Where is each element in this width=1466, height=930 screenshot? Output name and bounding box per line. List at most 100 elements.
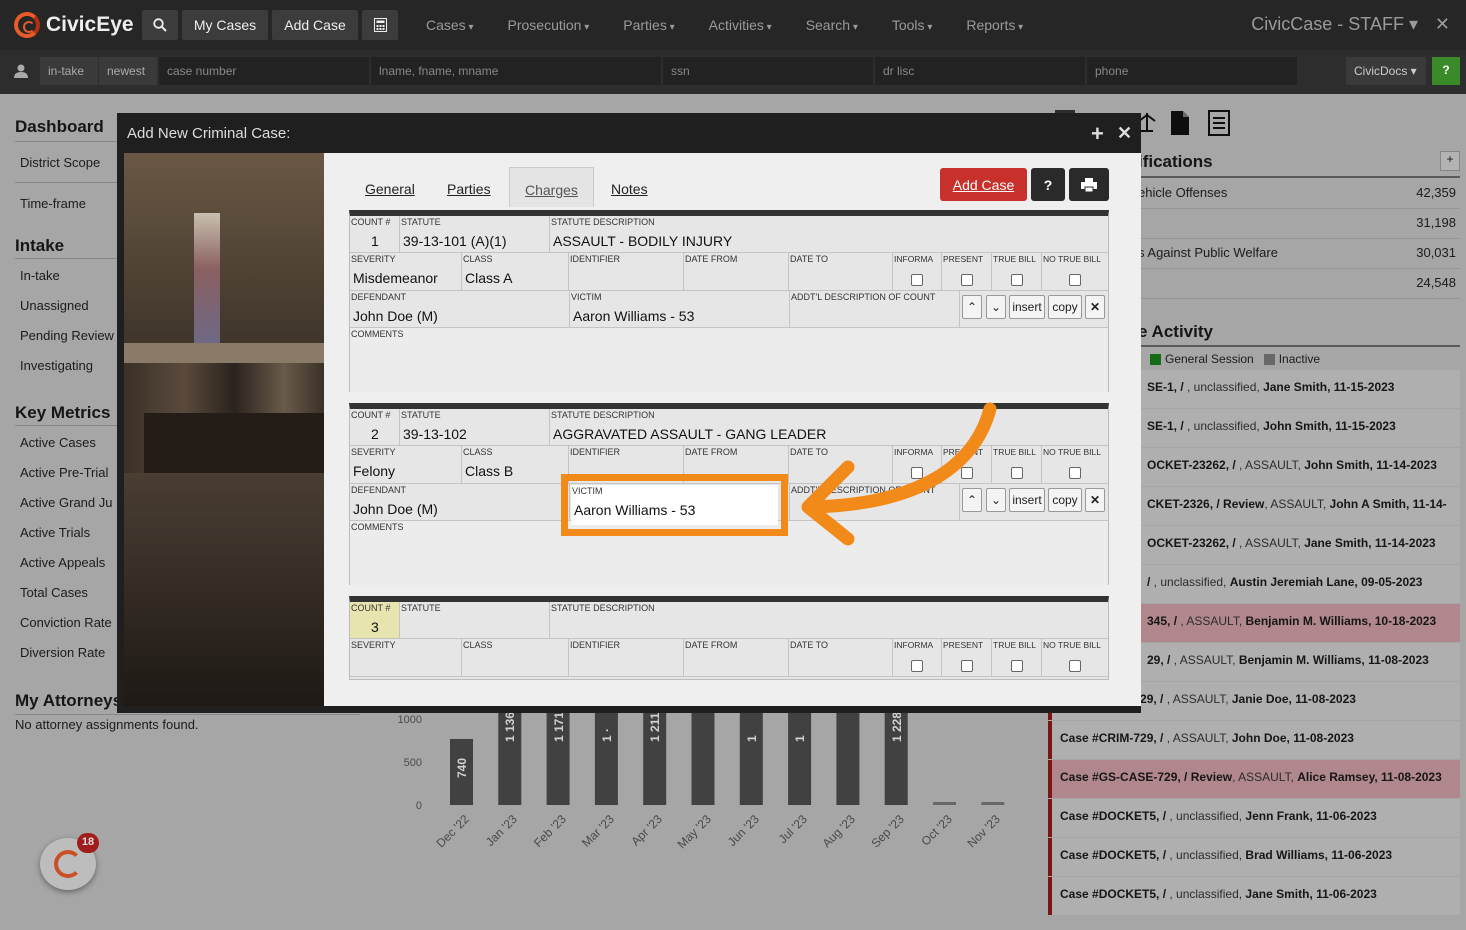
brand-text: CivicCase - STAFF [1251,14,1404,34]
name-input[interactable]: lname, fname, mname [371,57,661,85]
count-number-field[interactable]: COUNT # 3 [350,602,400,639]
statute-description-field[interactable]: STATUTE DESCRIPTION ASSAULT - BODILY INJU… [550,216,1108,253]
menu-tools[interactable]: Tools [892,17,933,33]
statute-field[interactable]: STATUTE 39-13-101 (A)(1) [400,216,550,253]
menu-cases[interactable]: Cases [426,17,474,33]
my-cases-button[interactable]: My Cases [182,10,268,40]
true-bill-checkbox[interactable] [1011,274,1023,286]
informa-cell: INFORMA [893,639,942,677]
statute-description-label: STATUTE DESCRIPTION [551,603,655,613]
no-true-bill-cell: NO TRUE BILL [1042,446,1108,484]
present-checkbox[interactable] [961,660,973,672]
date-to-field[interactable]: DATE TO [789,253,893,291]
tab-charges[interactable]: Charges [509,167,594,207]
victim-label: VICTIM [572,486,603,496]
class-field[interactable]: CLASS Class B [462,446,569,484]
victim-label: VICTIM [571,292,602,302]
help-modal-button[interactable]: ? [1031,168,1065,201]
informa-cell: INFORMA [893,253,942,291]
statute-description-value: ASSAULT - BODILY INJURY [553,233,733,249]
search-button[interactable] [142,10,178,40]
case-number-input[interactable]: case number [159,57,369,85]
severity-field[interactable]: SEVERITY [350,639,462,677]
date-to-field[interactable]: DATE TO [789,639,893,677]
tab-notes[interactable]: Notes [611,181,648,197]
civicdocs-label: CivicDocs [1354,64,1408,78]
comments-label: COMMENTS [351,522,404,532]
count-number-field[interactable]: COUNT # 2 [350,409,400,446]
copy-button[interactable]: copy [1048,488,1082,512]
statute-description-field[interactable]: STATUTE DESCRIPTION [550,602,1108,639]
insert-button[interactable]: insert [1009,488,1045,512]
move-down-button[interactable]: ⌄ [986,295,1006,319]
identifier-label: IDENTIFIER [570,447,621,457]
statute-field[interactable]: STATUTE [400,602,550,639]
true-bill-checkbox[interactable] [1011,660,1023,672]
app-logo[interactable]: CivicEye [14,12,142,38]
severity-value: Misdemeanor [353,270,438,286]
menu-search[interactable]: Search [806,17,858,33]
count-value: 2 [371,426,379,442]
count-number-field[interactable]: COUNT # 1 [350,216,400,253]
true-bill-checkbox[interactable] [1011,467,1023,479]
ssn-input[interactable]: ssn [663,57,873,85]
statute-value: 39-13-101 (A)(1) [403,233,507,249]
no-true-bill-label: NO TRUE BILL [1043,447,1101,457]
class-field[interactable]: CLASS Class A [462,253,569,291]
brand-menu[interactable]: CivicCase - STAFF ▾ [1251,14,1418,35]
severity-field[interactable]: SEVERITY Misdemeanor [350,253,462,291]
move-up-button[interactable]: ⌃ [962,295,982,319]
true-bill-label: TRUE BILL [993,640,1036,650]
modal-close-icon[interactable]: ✕ [1117,123,1132,144]
statute-description-label: STATUTE DESCRIPTION [551,410,655,420]
date-from-field[interactable]: DATE FROM [684,639,789,677]
defendant-field[interactable]: DEFENDANT John Doe (M) [350,291,570,328]
defendant-label: DEFENDANT [351,292,407,302]
phone-input[interactable]: phone [1087,57,1297,85]
civicdocs-menu[interactable]: CivicDocs ▾ [1346,57,1426,85]
class-field[interactable]: CLASS [462,639,569,677]
copy-button[interactable]: copy [1048,295,1082,319]
print-icon [1081,177,1097,192]
delete-count-icon[interactable]: ✕ [1085,295,1105,319]
close-icon[interactable]: ✕ [1435,14,1450,35]
date-from-field[interactable]: DATE FROM [684,253,789,291]
add-case-button[interactable]: Add Case [940,168,1027,201]
dr-lisc-input[interactable]: dr lisc [875,57,1085,85]
tab-parties[interactable]: Parties [447,181,491,197]
maximize-icon[interactable]: + [1091,121,1104,147]
victim-field[interactable]: VICTIM Aaron Williams - 53 [570,291,790,328]
no-true-bill-checkbox[interactable] [1069,274,1081,286]
no-true-bill-checkbox[interactable] [1069,467,1081,479]
informa-checkbox[interactable] [911,660,923,672]
intake-filter[interactable]: in-take [40,57,98,85]
identifier-field[interactable]: IDENTIFIER [569,253,684,291]
statute-field[interactable]: STATUTE 39-13-102 [400,409,550,446]
search-row: in-take newest case number lname, fname,… [0,50,1466,94]
informa-checkbox[interactable] [911,274,923,286]
no-true-bill-checkbox[interactable] [1069,660,1081,672]
menu-prosecution[interactable]: Prosecution [508,17,590,33]
newest-filter[interactable]: newest [99,57,157,85]
severity-value: Felony [353,463,396,479]
tab-general[interactable]: General [365,181,415,197]
comments-field[interactable]: COMMENTS [350,328,1108,392]
severity-field[interactable]: SEVERITY Felony [350,446,462,484]
present-checkbox[interactable] [961,274,973,286]
delete-count-icon[interactable]: ✕ [1085,488,1105,512]
identifier-field[interactable]: IDENTIFIER [569,639,684,677]
print-button[interactable] [1069,168,1109,201]
defendant-field[interactable]: DEFENDANT John Doe (M) [350,484,570,521]
add-case-nav-button[interactable]: Add Case [272,10,358,40]
menu-parties[interactable]: Parties [623,17,674,33]
additional-description-field[interactable]: ADDT'L DESCRIPTION OF COUNT [790,291,960,328]
class-label: CLASS [463,254,493,264]
calculator-button[interactable] [362,10,398,40]
menu-activities[interactable]: Activities [709,17,772,33]
menu-reports[interactable]: Reports [966,17,1023,33]
victim-field-focused[interactable]: VICTIM Aaron Williams - 53 [571,485,778,525]
courtroom-photo [124,153,324,706]
insert-button[interactable]: insert [1009,295,1045,319]
true-bill-label: TRUE BILL [993,254,1036,264]
help-button[interactable]: ? [1432,57,1460,85]
